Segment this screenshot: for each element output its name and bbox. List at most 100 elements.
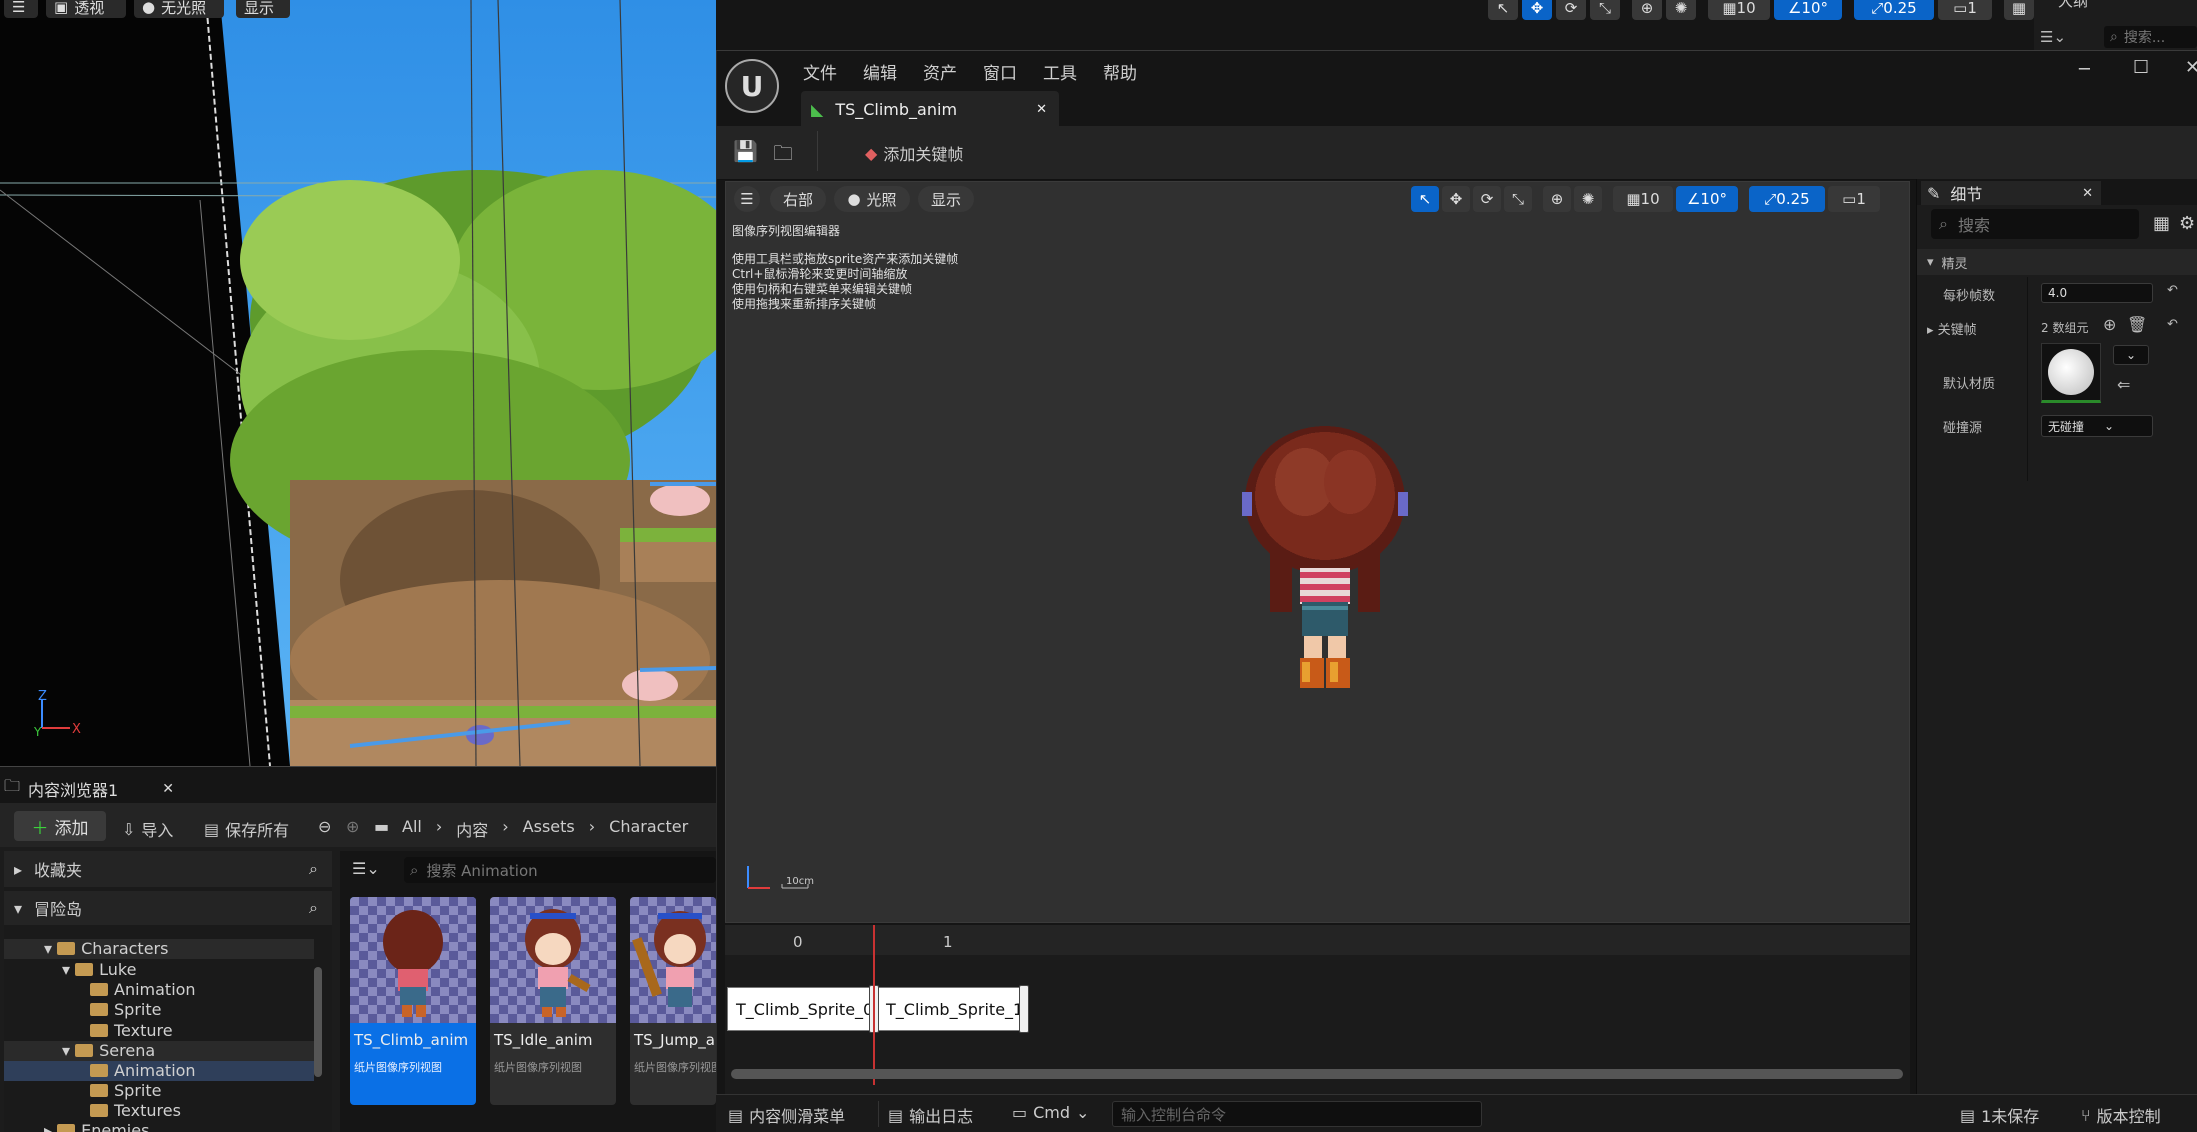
tree-row-serena-textures[interactable]: Textures [4,1101,314,1121]
lighting-button[interactable]: ● 光照 [834,186,910,212]
details-search-input[interactable]: ⌕ 搜索 [1931,209,2139,239]
section-sprite-header[interactable]: ▾ 精灵 [1917,249,2197,275]
menu-edit[interactable]: 编辑 [863,59,897,84]
surface-snap-icon[interactable]: ✺ [1666,0,1696,20]
lighting-mode-button[interactable]: ● 无光照 [134,0,224,18]
settings-gear-icon[interactable]: ⚙ [2179,213,2195,234]
sprite-viewport[interactable]: ☰ 右部 ● 光照 显示 ↖ ✥ ⟳ ⤡ ⊕ ✺ ▦ 10 ∠ 10° ⤢ 0.2… [725,181,1910,923]
scale-mode-icon[interactable]: ⤡ [1590,0,1620,20]
history-back-icon[interactable]: ⊖ [318,817,331,836]
scale-snap-button[interactable]: ⤢ 0.25 [1854,0,1934,20]
content-drawer-button[interactable]: ▤ 内容侧滑菜单 [728,1103,845,1127]
browse-asset-icon[interactable]: 🗀 [773,139,793,173]
console-input[interactable]: 输入控制台命令 [1112,1101,1482,1127]
breadcrumb-content[interactable]: 内容 [456,817,488,841]
translate-mode-icon[interactable]: ✥ [1442,186,1470,212]
tree-row-enemies[interactable]: ▸ Enemies [4,1121,314,1132]
menu-asset[interactable]: 资产 [923,59,957,84]
tree-row-characters[interactable]: ▾ Characters [4,939,314,959]
history-forward-icon[interactable]: ⊕ [346,817,359,836]
keyframe-0[interactable]: T_Climb_Sprite_0 [727,987,873,1031]
tree-row-luke-animation[interactable]: Animation [4,980,314,1000]
keyframes-row[interactable]: ▸ 关键帧 [1927,319,1977,338]
translate-mode-icon[interactable]: ✥ [1522,0,1552,20]
save-all-button[interactable]: ▤ 保存所有 [204,817,289,841]
asset-tile-idle[interactable]: TS_Idle_anim 纸片图像序列视图 [490,897,616,1105]
world-space-icon[interactable]: ⊕ [1543,186,1571,212]
reset-icon[interactable]: ↶ [2167,283,2178,298]
add-button[interactable]: ＋添加 [14,811,106,841]
output-log-button[interactable]: ▤ 输出日志 [888,1103,973,1127]
tree-row-serena-animation[interactable]: Animation [4,1061,314,1081]
filter-dropdown[interactable]: ☰⌄ [352,859,380,878]
breadcrumb-all[interactable]: All [402,817,422,841]
use-selected-icon[interactable]: ⇐ [2117,375,2130,394]
menu-window[interactable]: 窗口 [983,59,1017,84]
select-mode-icon[interactable]: ↖ [1488,0,1518,20]
close-tab-icon[interactable]: ✕ [162,781,174,797]
surface-snap-icon[interactable]: ✺ [1574,186,1602,212]
details-tab[interactable]: ✎ 细节 ✕ [1921,181,2101,205]
camera-speed-button[interactable]: ▭ 1 [1828,186,1880,212]
browse-folder-icon[interactable]: ▬ [374,817,389,836]
maximize-icon[interactable]: ☐ [2133,57,2149,78]
outliner-search-input[interactable]: ⌕ 搜索... [2104,26,2197,48]
breadcrumb-assets[interactable]: Assets [523,817,575,841]
content-browser-tab[interactable]: 🗀 内容浏览器1 ✕ [4,775,174,802]
asset-tile-jump[interactable]: TS_Jump_an 纸片图像序列视图 [630,897,716,1105]
tree-row-luke-sprite[interactable]: Sprite [4,1000,314,1020]
keyframe-1[interactable]: T_Climb_Sprite_1 [877,987,1023,1031]
add-element-icon[interactable]: ⊕ [2103,315,2116,334]
level-viewport[interactable]: Z X Y ☰ ▣ 透视 ● 无光照 显示 [0,0,716,766]
viewport-layout-icon[interactable]: ▦ [2004,0,2034,20]
scale-snap-button[interactable]: ⤢ 0.25 [1749,186,1825,212]
unsaved-button[interactable]: ▤ 1未保存 [1960,1103,2039,1127]
close-window-icon[interactable]: ✕ [2185,57,2197,78]
minimize-icon[interactable]: ─ [2079,59,2090,80]
search-icon[interactable]: ⌕ [309,859,318,879]
asset-tile-climb[interactable]: TS_Climb_anim 纸片图像序列视图 [350,897,476,1105]
keyframe-handle[interactable] [1019,985,1029,1033]
material-thumbnail[interactable] [2041,343,2101,403]
reset-icon[interactable]: ↶ [2167,317,2178,332]
tree-row-luke-texture[interactable]: Texture [4,1020,314,1041]
close-tab-icon[interactable]: ✕ [2082,186,2093,201]
select-mode-icon[interactable]: ↖ [1411,186,1439,212]
breadcrumb-characters[interactable]: Character [609,817,688,841]
source-control-button[interactable]: ⑂ 版本控制 [2081,1103,2161,1127]
grid-snap-button[interactable]: ▦ 10 [1613,186,1673,212]
asset-search-input[interactable]: ⌕ 搜索 Animation [404,857,716,883]
project-header[interactable]: ▾ 冒险岛 ⌕ [4,891,332,925]
tree-row-serena[interactable]: ▾ Serena [4,1041,314,1061]
camera-speed-button[interactable]: ▭ 1 [1938,0,1992,20]
material-dropdown[interactable]: ⌄ [2113,345,2149,365]
view-mode-button[interactable]: 右部 [770,186,826,212]
perspective-button[interactable]: ▣ 透视 [46,0,126,18]
trash-icon[interactable]: 🗑 [2127,315,2147,334]
tree-scrollbar[interactable] [314,967,322,1077]
add-keyframe-button[interactable]: ◆ 添加关键帧 [865,141,963,165]
playhead-line[interactable] [873,925,875,1085]
world-space-icon[interactable]: ⊕ [1632,0,1662,20]
viewport-menu-button[interactable]: ☰ [4,0,38,18]
favorites-header[interactable]: ▸ 收藏夹 ⌕ [4,851,332,887]
grid-snap-button[interactable]: ▦ 10 [1708,0,1770,20]
tree-row-luke[interactable]: ▾ Luke [4,959,314,980]
show-button[interactable]: 显示 [236,0,290,18]
rotation-snap-button[interactable]: ∠ 10° [1774,0,1842,20]
tree-row-serena-sprite[interactable]: Sprite [4,1081,314,1101]
rotate-mode-icon[interactable]: ⟳ [1473,186,1501,212]
rotate-mode-icon[interactable]: ⟳ [1556,0,1586,20]
menu-file[interactable]: 文件 [803,59,837,84]
timeline-scrollbar[interactable] [731,1069,1903,1079]
collision-dropdown[interactable]: 无碰撞 ⌄ [2041,415,2153,437]
close-tab-icon[interactable]: ✕ [1036,102,1047,117]
import-button[interactable]: ⇩ 导入 [122,817,173,841]
menu-help[interactable]: 帮助 [1103,59,1137,84]
show-button[interactable]: 显示 [918,186,974,212]
menu-tools[interactable]: 工具 [1043,59,1077,84]
filter-icon[interactable]: ☰⌄ [2040,28,2066,46]
fps-input[interactable]: 4.0 [2041,283,2153,303]
viewport-menu-button[interactable]: ☰ [734,186,760,212]
document-tab[interactable]: ◣ TS_Climb_anim ✕ [801,91,1059,127]
